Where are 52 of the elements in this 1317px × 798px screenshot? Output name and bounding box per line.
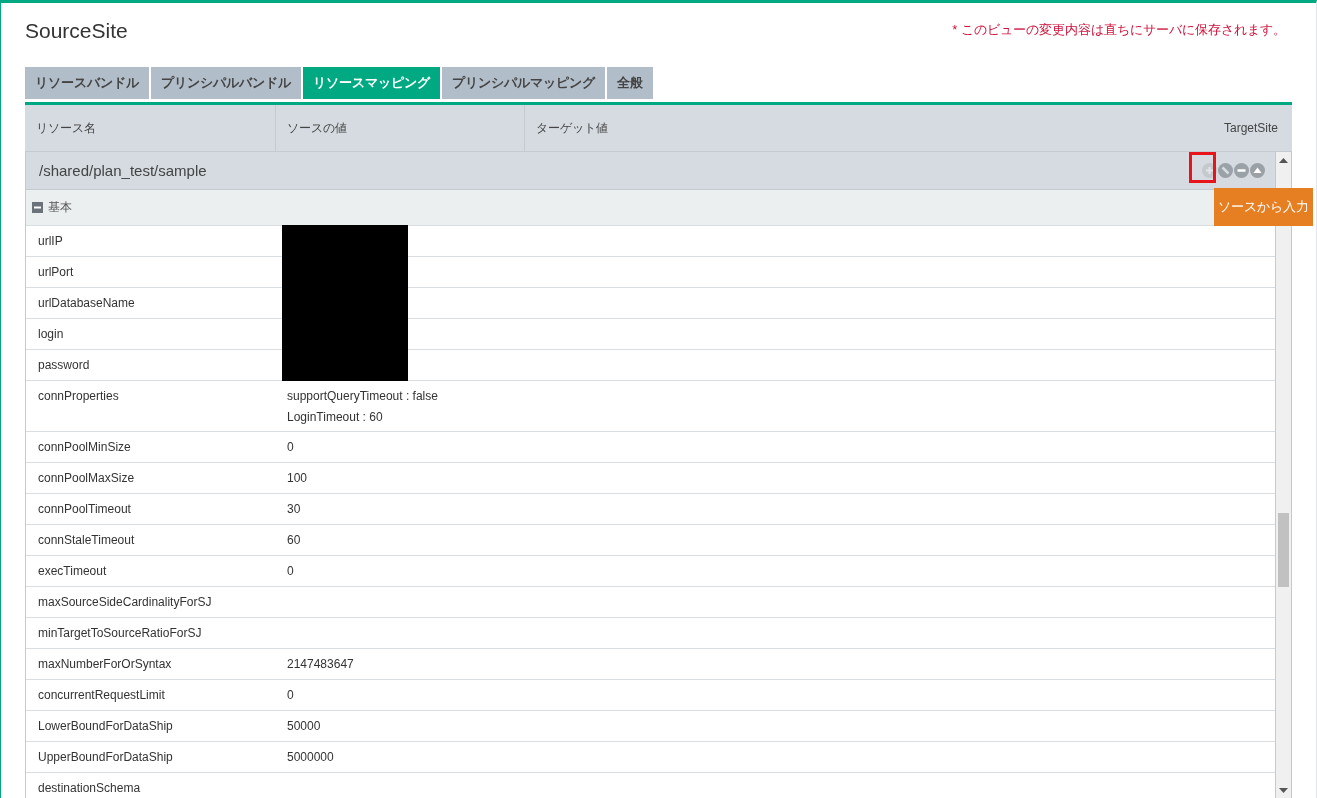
property-value: 50000 bbox=[287, 719, 321, 733]
edit-icon[interactable] bbox=[1218, 163, 1233, 178]
property-value: 0 bbox=[287, 564, 294, 578]
property-name: connStaleTimeout bbox=[37, 532, 136, 549]
scrollbar-thumb[interactable] bbox=[1278, 513, 1289, 587]
property-name: login bbox=[37, 326, 65, 343]
property-name: password bbox=[37, 357, 91, 374]
copy-from-source-icon[interactable] bbox=[1202, 163, 1217, 178]
property-name: maxNumberForOrSyntax bbox=[37, 656, 173, 673]
property-value: 0 bbox=[287, 440, 294, 454]
property-name: connProperties bbox=[37, 388, 120, 405]
property-name: UpperBoundForDataShip bbox=[37, 749, 174, 766]
property-name: concurrentRequestLimit bbox=[37, 687, 166, 704]
property-value: 5000000 bbox=[287, 750, 334, 764]
tab[interactable]: プリンシパルバンドル bbox=[151, 67, 301, 99]
property-name: destinationSchema bbox=[37, 780, 142, 797]
save-notice: * このビューの変更内容は直ちにサーバに保存されます。 bbox=[952, 21, 1287, 39]
tab[interactable]: リソースマッピング bbox=[303, 67, 440, 99]
group-label: 基本 bbox=[48, 199, 72, 216]
property-value: 60 bbox=[287, 533, 301, 547]
resource-path: /shared/plan_test/sample bbox=[39, 162, 208, 179]
highlight-frame bbox=[1189, 152, 1216, 183]
property-name: execTimeout bbox=[37, 563, 108, 580]
column-header: リソース名 bbox=[25, 105, 276, 151]
tab[interactable]: 全般 bbox=[607, 67, 653, 99]
page-title: SourceSite bbox=[25, 19, 128, 43]
column-header: ソースの値 bbox=[276, 105, 525, 151]
property-value: LoginTimeout : 60 bbox=[287, 410, 384, 424]
property-name: minTargetToSourceRatioForSJ bbox=[37, 625, 203, 642]
tab[interactable]: リソースバンドル bbox=[25, 67, 149, 99]
property-value: supportQueryTimeout : false bbox=[287, 389, 438, 403]
tooltip: ソースから入力 bbox=[1214, 188, 1313, 226]
move-up-icon[interactable] bbox=[1250, 163, 1265, 178]
property-value: 30 bbox=[287, 502, 301, 516]
property-value: 0 bbox=[287, 688, 294, 702]
tab[interactable]: プリンシパルマッピング bbox=[442, 67, 605, 99]
property-value: 2147483647 bbox=[287, 657, 354, 671]
scroll-down-icon[interactable] bbox=[1279, 788, 1288, 793]
collapse-icon[interactable] bbox=[1234, 163, 1249, 178]
scroll-up-icon[interactable] bbox=[1279, 158, 1288, 163]
column-header: TargetSite bbox=[1222, 120, 1279, 137]
property-name: connPoolTimeout bbox=[37, 501, 132, 518]
property-name: connPoolMinSize bbox=[37, 439, 132, 456]
property-name: maxSourceSideCardinalityForSJ bbox=[37, 594, 213, 611]
property-name: LowerBoundForDataShip bbox=[37, 718, 174, 735]
property-value: 100 bbox=[287, 471, 308, 485]
property-name: urlDatabaseName bbox=[37, 295, 136, 312]
column-header: ターゲット値 bbox=[535, 119, 609, 137]
property-name: urlIP bbox=[37, 233, 64, 250]
property-name: urlPort bbox=[37, 264, 75, 281]
collapse-icon[interactable] bbox=[32, 202, 43, 213]
property-name: connPoolMaxSize bbox=[37, 470, 136, 487]
